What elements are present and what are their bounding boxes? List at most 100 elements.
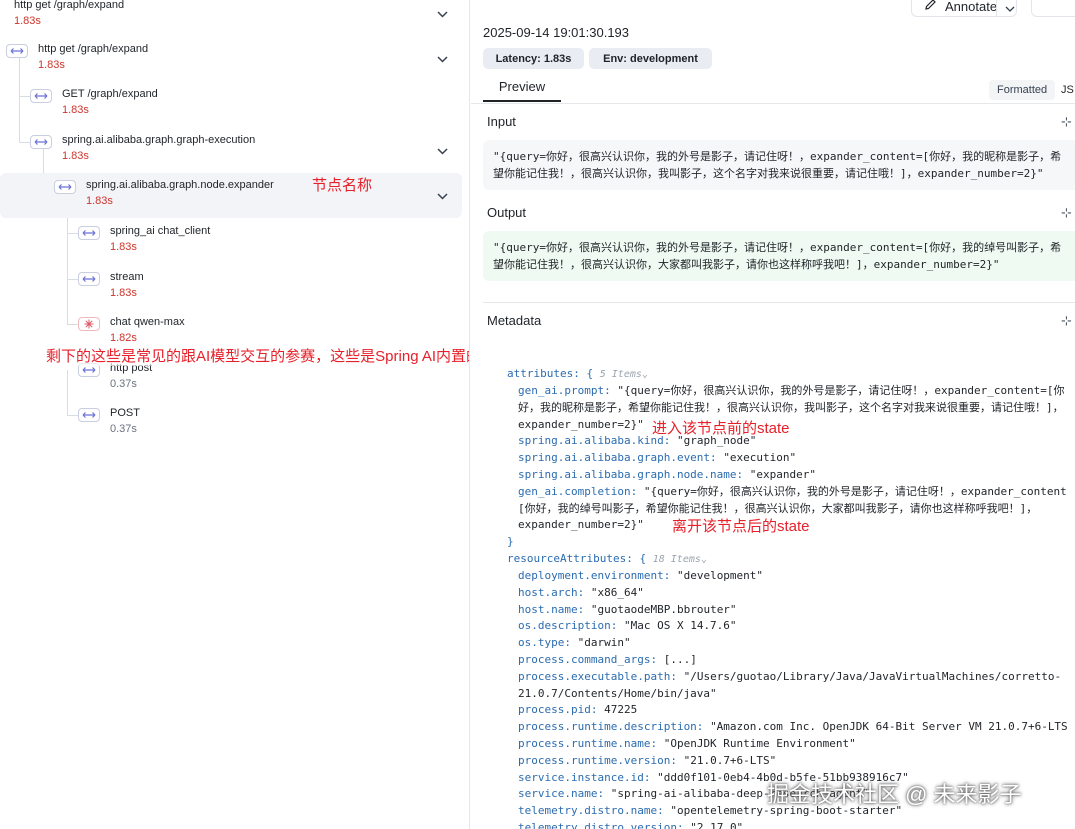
tree-node[interactable]: http post 0.37s bbox=[0, 362, 460, 407]
json-key: telemetry.distro.version: bbox=[518, 821, 684, 829]
json-row: process.command_args: [...] bbox=[518, 652, 697, 669]
span-arrow-icon bbox=[30, 89, 52, 103]
annotate-label: Annotate bbox=[945, 0, 998, 14]
json-value: 21.0.7/Contents/Home/bin/java" bbox=[518, 686, 717, 700]
chevron-down-icon[interactable] bbox=[435, 52, 449, 66]
input-text-line: "{query=你好，很高兴认识你，我的外号是影子，请记住呀！，expander… bbox=[493, 150, 1062, 163]
generation-sparkle-icon bbox=[78, 317, 100, 331]
json-row: process.runtime.name: "OpenJDK Runtime E… bbox=[518, 736, 856, 753]
json-key: process.executable.path: bbox=[518, 669, 677, 683]
tree-node-name: spring.ai.alibaba.graph.graph-execution bbox=[62, 134, 256, 146]
tree-node-name: http get /graph/expand bbox=[14, 0, 125, 11]
tree-node-selected[interactable]: spring.ai.alibaba.graph.node.expander 1.… bbox=[0, 179, 460, 224]
more-options-button[interactable] bbox=[1031, 0, 1075, 17]
env-badge: Env: development bbox=[589, 48, 712, 69]
tree-node[interactable]: spring_ai chat_client 1.83s bbox=[0, 225, 460, 270]
tab-preview[interactable]: Preview bbox=[483, 79, 561, 102]
json-row: spring.ai.alibaba.graph.node.name: "expa… bbox=[518, 468, 817, 481]
json-value: "2.17.0" bbox=[690, 821, 744, 829]
tree-node[interactable]: http get /graph/expand 1.83s bbox=[0, 43, 460, 88]
latency-badge: Latency: 1.83s bbox=[483, 48, 584, 69]
json-key: process.runtime.name: bbox=[518, 737, 658, 750]
json-value: "OpenJDK Runtime Environment" bbox=[663, 737, 856, 750]
tree-node-name: http get /graph/expand bbox=[38, 43, 149, 55]
json-row: 21.0.7/Contents/Home/bin/java" bbox=[518, 686, 717, 703]
tree-node[interactable]: stream 1.83s bbox=[0, 271, 460, 316]
json-value: [...] bbox=[663, 653, 697, 666]
metadata-divider bbox=[483, 302, 1075, 303]
tree-node-duration: 1.83s bbox=[110, 241, 137, 253]
tree-node[interactable]: spring.ai.alibaba.graph.graph-execution … bbox=[0, 134, 460, 179]
json-row: telemetry.distro.version: "2.17.0" bbox=[518, 820, 743, 829]
tree-node-duration: 0.37s bbox=[110, 423, 137, 435]
expand-icon[interactable]: ⊹ bbox=[1061, 313, 1072, 329]
tree-node[interactable]: POST 0.37s bbox=[0, 407, 460, 452]
json-row: host.arch: "x86_64" bbox=[518, 585, 644, 602]
json-row: process.runtime.description: "Amazon.com… bbox=[518, 719, 1068, 736]
expand-icon[interactable]: ⊹ bbox=[1061, 205, 1072, 221]
tree-node[interactable]: GET /graph/expand 1.83s bbox=[0, 88, 460, 133]
json-row[interactable]: attributes: { 5 Items⌄ bbox=[507, 366, 648, 384]
tree-node-duration: 1.83s bbox=[14, 15, 41, 27]
span-arrow-icon bbox=[30, 135, 52, 149]
json-key: deployment.environment: bbox=[518, 569, 671, 582]
annotation-ai-params: 剩下的这些是常见的跟AI模型交互的参赛，这些是Spring AI内置的 bbox=[46, 345, 469, 366]
tree-node-duration: 0.37s bbox=[110, 378, 137, 390]
output-label: Output bbox=[487, 205, 527, 220]
output-box: "{query=你好，很高兴认识你，我的外号是影子，请记住呀！，expander… bbox=[483, 231, 1075, 281]
span-detail-panel: Annotate 2025-09-14 19:01:30.193 Latency… bbox=[471, 0, 1075, 829]
json-row: process.executable.path: "/Users/guotao/… bbox=[518, 669, 1061, 686]
json-row[interactable]: resourceAttributes: { 18 Items⌄ bbox=[507, 551, 707, 569]
tree-node-name: spring.ai.alibaba.graph.node.expander bbox=[86, 179, 274, 191]
json-value: "Mac OS X 14.7.6" bbox=[623, 619, 737, 633]
timestamp: 2025-09-14 19:01:30.193 bbox=[483, 25, 630, 40]
json-row: expander_number=2}" bbox=[518, 518, 644, 531]
chevron-down-icon[interactable] bbox=[435, 7, 449, 21]
tree-node-duration: 1.83s bbox=[38, 59, 65, 71]
tree-node-duration: 1.82s bbox=[110, 332, 137, 344]
json-key: process.runtime.version: bbox=[518, 753, 677, 767]
json-value: "21.0.7+6-LTS" bbox=[683, 753, 777, 767]
view-json-toggle[interactable]: JS bbox=[1057, 80, 1075, 100]
json-key: host.arch: bbox=[518, 585, 585, 599]
span-arrow-icon bbox=[78, 272, 100, 286]
json-value: "development" bbox=[676, 569, 764, 582]
view-formatted-toggle[interactable]: Formatted bbox=[989, 80, 1056, 100]
json-value: "Amazon.com Inc. OpenJDK 64-Bit Server V… bbox=[710, 720, 1068, 734]
json-key: telemetry.distro.name: bbox=[518, 804, 664, 818]
output-text-line: "{query=你好，很高兴认识你，我的外号是影子，请记住呀！，expander… bbox=[493, 241, 1062, 254]
json-key: service.name: bbox=[518, 787, 605, 801]
input-label: Input bbox=[487, 114, 516, 129]
json-row: os.type: "darwin" bbox=[518, 635, 631, 652]
span-arrow-icon bbox=[54, 180, 76, 194]
json-closing-brace: } bbox=[507, 535, 514, 548]
chevron-down-icon[interactable] bbox=[996, 0, 1015, 17]
tab-divider bbox=[471, 103, 1075, 104]
tree-node-duration: 1.83s bbox=[86, 195, 113, 207]
json-row: process.runtime.version: "21.0.7+6-LTS" bbox=[518, 753, 776, 770]
chevron-down-icon[interactable] bbox=[435, 144, 449, 158]
output-text-line: 望你能记住我！，很高兴认识你，大家都叫我影子，请你也这样称呼我吧！]，expan… bbox=[493, 258, 1000, 271]
json-key: process.command_args: bbox=[518, 653, 658, 666]
expand-icon[interactable]: ⊹ bbox=[1061, 114, 1072, 130]
json-row: gen_ai.completion: "{query=你好，很高兴认识你，我的外… bbox=[518, 485, 1067, 498]
tree-node-name: stream bbox=[110, 271, 144, 283]
tree-node-duration: 1.83s bbox=[62, 104, 89, 116]
tree-node-duration: 1.83s bbox=[62, 150, 89, 162]
input-box: "{query=你好，很高兴认识你，我的外号是影子，请记住呀！，expander… bbox=[483, 140, 1075, 190]
edit-icon bbox=[924, 0, 937, 16]
json-value: "/Users/guotao/Library/Java/JavaVirtualM… bbox=[683, 669, 1062, 683]
annotate-button[interactable]: Annotate bbox=[911, 0, 1017, 17]
watermark-text: 掘金技术社区 @ 未来影子 bbox=[767, 782, 1022, 807]
json-row: process.pid: 47225 bbox=[518, 702, 637, 719]
tree-node-name: chat qwen-max bbox=[110, 316, 185, 328]
json-row: host.name: "guotaodeMBP.bbrouter" bbox=[518, 602, 737, 619]
tree-node-duration: 1.83s bbox=[110, 287, 137, 299]
tree-node-name: POST bbox=[110, 407, 140, 419]
span-arrow-icon bbox=[6, 44, 28, 58]
tree-node[interactable]: http get /graph/expand 1.83s bbox=[0, 0, 460, 44]
chevron-down-icon[interactable] bbox=[435, 189, 449, 203]
json-value: 47225 bbox=[604, 703, 638, 717]
json-key: process.pid: bbox=[518, 703, 598, 717]
annotation-before-state: 进入该节点前的state bbox=[652, 420, 790, 437]
